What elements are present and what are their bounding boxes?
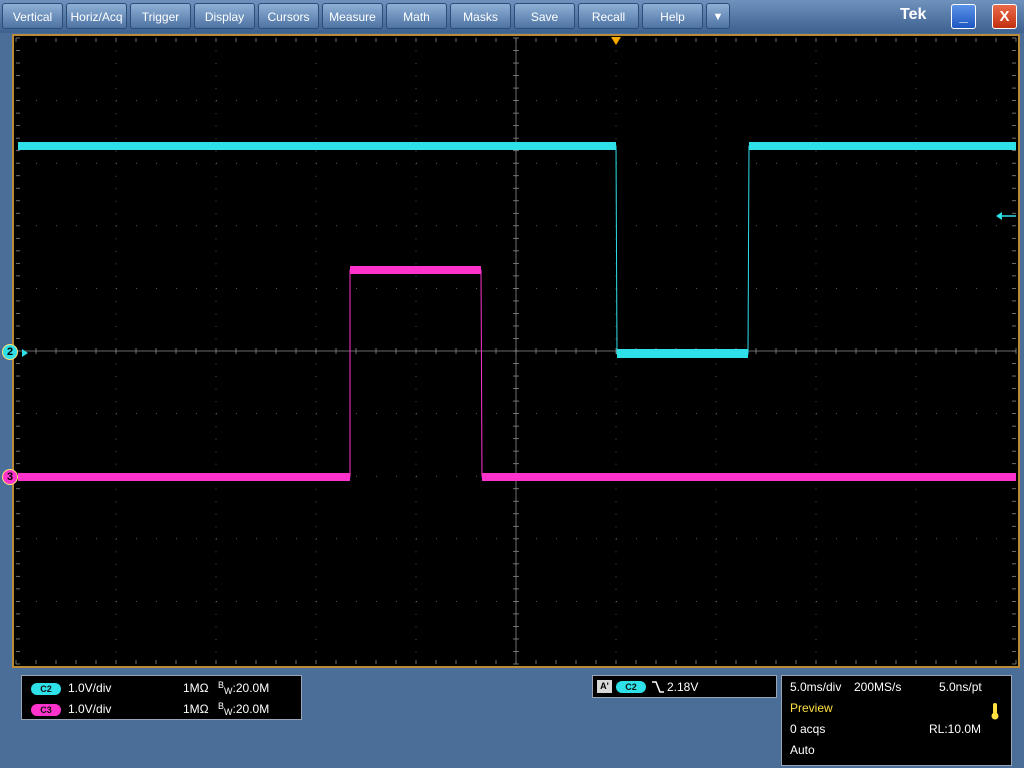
- ch2-scale: 1.0V/div: [68, 681, 112, 695]
- channel-readout-panel[interactable]: C2 1.0V/div 1MΩ BW:20.0M C3 1.0V/div 1MΩ…: [21, 675, 302, 720]
- ch2-noise-band-1: [18, 142, 616, 150]
- minimize-button[interactable]: _: [951, 4, 976, 29]
- trigger-type-tag: A': [597, 680, 612, 693]
- menu-help[interactable]: Help: [642, 3, 703, 29]
- menu-recall[interactable]: Recall: [578, 3, 639, 29]
- ch3-noise-band-2: [350, 266, 481, 274]
- temperature-icon: [991, 703, 999, 720]
- ch3-noise-band-1: [18, 473, 350, 481]
- ch2-waveform: [18, 145, 1016, 355]
- ch2-bandwidth: BW:20.0M: [218, 680, 270, 696]
- ch2-tag[interactable]: C2: [31, 683, 61, 695]
- menu-display[interactable]: Display: [194, 3, 255, 29]
- ch3-noise-band-3: [482, 473, 1016, 481]
- ch2-marker[interactable]: 2: [2, 344, 18, 360]
- ch2-impedance: 1MΩ: [183, 681, 209, 695]
- acquisition-count: 0 acqs: [790, 722, 826, 736]
- ch3-scale: 1.0V/div: [68, 702, 112, 716]
- falling-edge-icon: [652, 681, 664, 693]
- ch3-bandwidth: BW:20.0M: [218, 701, 270, 717]
- trigger-level: 2.18V: [667, 680, 699, 694]
- close-button[interactable]: X: [992, 4, 1017, 29]
- ch2-ground-arrow: [22, 349, 28, 357]
- horizontal-scale: 5.0ms/div: [790, 680, 842, 694]
- record-length: RL:10.0M: [929, 722, 982, 736]
- ch2-noise-band-3: [749, 142, 1016, 150]
- menu-math[interactable]: Math: [386, 3, 447, 29]
- trigger-mode: Auto: [790, 743, 815, 757]
- time-resolution: 5.0ns/pt: [939, 680, 982, 694]
- ch2-noise-band-2: [617, 349, 748, 358]
- ch3-marker[interactable]: 3: [2, 469, 18, 485]
- menu-bar: Vertical Horiz/Acq Trigger Display Curso…: [0, 0, 1024, 33]
- brand-logo: Tek: [900, 6, 927, 23]
- menu-vertical[interactable]: Vertical: [2, 3, 63, 29]
- trigger-readout-panel[interactable]: A' C2 2.18V: [592, 675, 777, 698]
- ch3-impedance: 1MΩ: [183, 702, 209, 716]
- sample-rate: 200MS/s: [854, 680, 902, 694]
- menu-trigger[interactable]: Trigger: [130, 3, 191, 29]
- menu-measure[interactable]: Measure: [322, 3, 383, 29]
- acquisition-readout-panel[interactable]: 5.0ms/div 200MS/s 5.0ns/pt Preview 0 acq…: [781, 675, 1012, 766]
- waveform-display[interactable]: [12, 34, 1020, 668]
- acquisition-mode: Preview: [790, 701, 833, 715]
- menu-save[interactable]: Save: [514, 3, 575, 29]
- trigger-position-marker[interactable]: [611, 37, 621, 45]
- graticule-grid: [15, 37, 1017, 665]
- menu-more-button[interactable]: ▼: [706, 3, 730, 29]
- ch3-tag[interactable]: C3: [31, 704, 61, 716]
- menu-horiz-acq[interactable]: Horiz/Acq: [66, 3, 127, 29]
- menu-cursors[interactable]: Cursors: [258, 3, 319, 29]
- trigger-source-tag: C2: [616, 681, 646, 693]
- menu-masks[interactable]: Masks: [450, 3, 511, 29]
